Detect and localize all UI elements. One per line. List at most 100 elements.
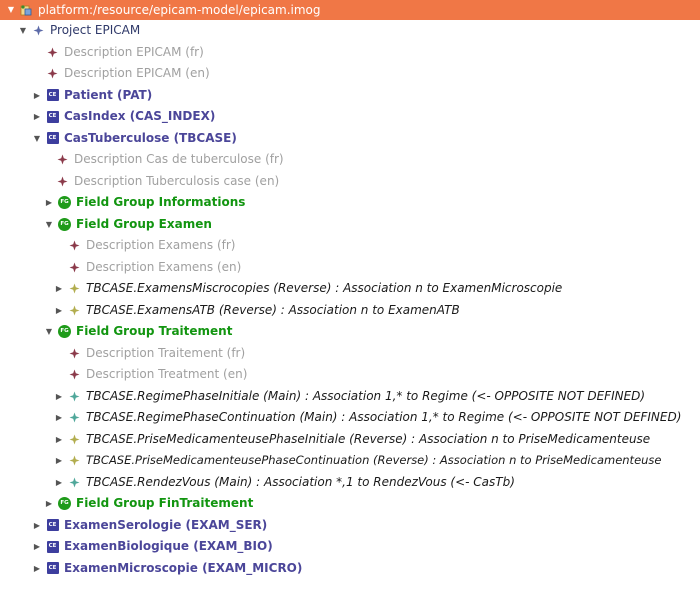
tree-item-description[interactable]: Description Examens (en) bbox=[0, 257, 700, 279]
expand-arrow-icon[interactable]: ▶ bbox=[54, 386, 64, 408]
tree-item-description[interactable]: Description EPICAM (fr) bbox=[0, 42, 700, 64]
field-group-icon: FG bbox=[58, 217, 71, 231]
collapse-arrow-icon[interactable]: ▼ bbox=[6, 0, 16, 20]
main-association-icon bbox=[68, 411, 81, 424]
expand-arrow-icon[interactable]: ▶ bbox=[54, 407, 64, 429]
reverse-association-icon bbox=[68, 454, 81, 467]
entity-ce-icon: CE bbox=[46, 110, 59, 123]
entity-label: ExamenMicroscopie (EXAM_MICRO) bbox=[64, 560, 303, 575]
project-icon bbox=[32, 24, 45, 37]
tree-item-description[interactable]: Description EPICAM (en) bbox=[0, 63, 700, 85]
tree-item-field-group-informations[interactable]: ▶ FG Field Group Informations bbox=[0, 192, 700, 214]
field-group-label: Field Group FinTraitement bbox=[76, 496, 254, 510]
expand-arrow-icon[interactable]: ▶ bbox=[54, 278, 64, 300]
association-label: TBCASE.PriseMedicamenteusePhaseInitiale … bbox=[86, 431, 651, 446]
entity-ce-icon: CE bbox=[46, 132, 59, 145]
association-label: TBCASE.ExamensATB (Reverse) : Associatio… bbox=[86, 302, 460, 317]
entity-label: CasTuberculose (TBCASE) bbox=[64, 130, 237, 145]
reverse-association-icon bbox=[68, 433, 81, 446]
tree-item-entity-castuberculose[interactable]: ▼ CE CasTuberculose (TBCASE) bbox=[0, 128, 700, 150]
entity-ce-icon: CE bbox=[46, 540, 59, 553]
collapse-arrow-icon[interactable]: ▼ bbox=[44, 321, 54, 343]
expand-arrow-icon[interactable]: ▶ bbox=[54, 429, 64, 451]
expand-arrow-icon[interactable]: ▶ bbox=[32, 106, 42, 128]
tree-item-field-group-examen[interactable]: ▼ FG Field Group Examen bbox=[0, 214, 700, 236]
tree-item-association[interactable]: ▶ TBCASE.PriseMedicamenteusePhaseInitial… bbox=[0, 429, 700, 451]
tree-item-field-group-fintraitement[interactable]: ▶ FG Field Group FinTraitement bbox=[0, 493, 700, 515]
entity-label: ExamenBiologique (EXAM_BIO) bbox=[64, 539, 273, 553]
project-label: Project EPICAM bbox=[50, 23, 141, 37]
tree-item-association[interactable]: ▶ TBCASE.ExamensMiscrocopies (Reverse) :… bbox=[0, 278, 700, 300]
tree-item-entity-examenserologie[interactable]: ▶ CE ExamenSerologie (EXAM_SER) bbox=[0, 515, 700, 537]
description-icon bbox=[46, 46, 59, 59]
expand-arrow-icon[interactable]: ▶ bbox=[44, 192, 54, 214]
tree-item-association[interactable]: ▶ TBCASE.RegimePhaseContinuation (Main) … bbox=[0, 407, 700, 429]
main-association-icon bbox=[68, 390, 81, 403]
tree-item-project[interactable]: ▼ Project EPICAM bbox=[0, 20, 700, 42]
entity-label: ExamenSerologie (EXAM_SER) bbox=[64, 517, 268, 532]
field-group-label: Field Group Examen bbox=[76, 216, 212, 231]
description-icon bbox=[68, 261, 81, 274]
tree-item-association[interactable]: ▶ TBCASE.RendezVous (Main) : Association… bbox=[0, 472, 700, 494]
tree-item-association[interactable]: ▶ TBCASE.PriseMedicamenteusePhaseContinu… bbox=[0, 450, 700, 472]
expand-arrow-icon[interactable]: ▶ bbox=[44, 493, 54, 515]
description-label: Description Examens (fr) bbox=[86, 238, 236, 252]
expand-arrow-icon[interactable]: ▶ bbox=[32, 515, 42, 537]
description-icon bbox=[68, 347, 81, 360]
expand-arrow-icon[interactable]: ▶ bbox=[54, 450, 64, 472]
description-icon bbox=[56, 175, 69, 188]
tree-item-association[interactable]: ▶ TBCASE.ExamensATB (Reverse) : Associat… bbox=[0, 300, 700, 322]
entity-ce-icon: CE bbox=[46, 519, 59, 532]
reverse-association-icon bbox=[68, 304, 81, 317]
tree-item-description[interactable]: Description Examens (fr) bbox=[0, 235, 700, 257]
association-label: TBCASE.RegimePhaseContinuation (Main) : … bbox=[86, 410, 682, 424]
tree-item-entity-casindex[interactable]: ▶ CE CasIndex (CAS_INDEX) bbox=[0, 106, 700, 128]
field-group-icon: FG bbox=[58, 497, 71, 511]
field-group-icon: FG bbox=[58, 325, 71, 339]
expand-arrow-icon[interactable]: ▶ bbox=[32, 558, 42, 580]
description-label: Description Examens (en) bbox=[86, 259, 242, 274]
tree-item-entity-examenbiologique[interactable]: ▶ CE ExamenBiologique (EXAM_BIO) bbox=[0, 536, 700, 558]
tree-item-description[interactable]: Description Tuberculosis case (en) bbox=[0, 171, 700, 193]
reverse-association-icon bbox=[68, 282, 81, 295]
resource-file-icon bbox=[20, 4, 33, 17]
tree-item-description[interactable]: Description Traitement (fr) bbox=[0, 343, 700, 365]
description-icon bbox=[68, 368, 81, 381]
tree-root-resource[interactable]: ▼ platform:/resource/epicam-model/epicam… bbox=[0, 0, 700, 20]
association-label: TBCASE.RendezVous (Main) : Association *… bbox=[86, 474, 515, 489]
tree-root-label: platform:/resource/epicam-model/epicam.i… bbox=[38, 3, 321, 17]
association-label: TBCASE.RegimePhaseInitiale (Main) : Asso… bbox=[86, 388, 646, 403]
association-label: TBCASE.ExamensMiscrocopies (Reverse) : A… bbox=[86, 281, 563, 295]
description-icon bbox=[56, 153, 69, 166]
collapse-arrow-icon[interactable]: ▼ bbox=[32, 128, 42, 150]
expand-arrow-icon[interactable]: ▶ bbox=[54, 300, 64, 322]
tree-item-entity-patient[interactable]: ▶ CE Patient (PAT) bbox=[0, 85, 700, 107]
description-label: Description Traitement (fr) bbox=[86, 345, 246, 360]
expand-arrow-icon[interactable]: ▶ bbox=[32, 536, 42, 558]
main-association-icon bbox=[68, 476, 81, 489]
tree-item-entity-examenmicroscopie[interactable]: ▶ CE ExamenMicroscopie (EXAM_MICRO) bbox=[0, 558, 700, 580]
expand-arrow-icon[interactable]: ▶ bbox=[54, 472, 64, 494]
field-group-label: Field Group Traitement bbox=[76, 324, 233, 338]
description-label: Description Treatment (en) bbox=[86, 367, 248, 381]
entity-ce-icon: CE bbox=[46, 562, 59, 575]
tree-item-association[interactable]: ▶ TBCASE.RegimePhaseInitiale (Main) : As… bbox=[0, 386, 700, 408]
tree-item-description[interactable]: Description Cas de tuberculose (fr) bbox=[0, 149, 700, 171]
tree-item-description[interactable]: Description Treatment (en) bbox=[0, 364, 700, 386]
entity-label: Patient (PAT) bbox=[64, 87, 153, 102]
tree-item-field-group-traitement[interactable]: ▼ FG Field Group Traitement bbox=[0, 321, 700, 343]
model-tree: ▼ platform:/resource/epicam-model/epicam… bbox=[0, 0, 700, 579]
entity-label: CasIndex (CAS_INDEX) bbox=[64, 109, 216, 123]
description-label: Description EPICAM (en) bbox=[64, 66, 210, 80]
expand-arrow-icon[interactable]: ▶ bbox=[32, 85, 42, 107]
field-group-icon: FG bbox=[58, 196, 71, 210]
description-icon bbox=[46, 67, 59, 80]
description-label: Description Tuberculosis case (en) bbox=[74, 173, 280, 188]
description-label: Description EPICAM (fr) bbox=[64, 44, 204, 59]
description-label: Description Cas de tuberculose (fr) bbox=[74, 152, 284, 166]
collapse-arrow-icon[interactable]: ▼ bbox=[44, 214, 54, 236]
collapse-arrow-icon[interactable]: ▼ bbox=[18, 20, 28, 42]
field-group-label: Field Group Informations bbox=[76, 195, 246, 209]
association-label: TBCASE.PriseMedicamenteusePhaseContinuat… bbox=[86, 453, 662, 467]
entity-ce-icon: CE bbox=[46, 89, 59, 102]
